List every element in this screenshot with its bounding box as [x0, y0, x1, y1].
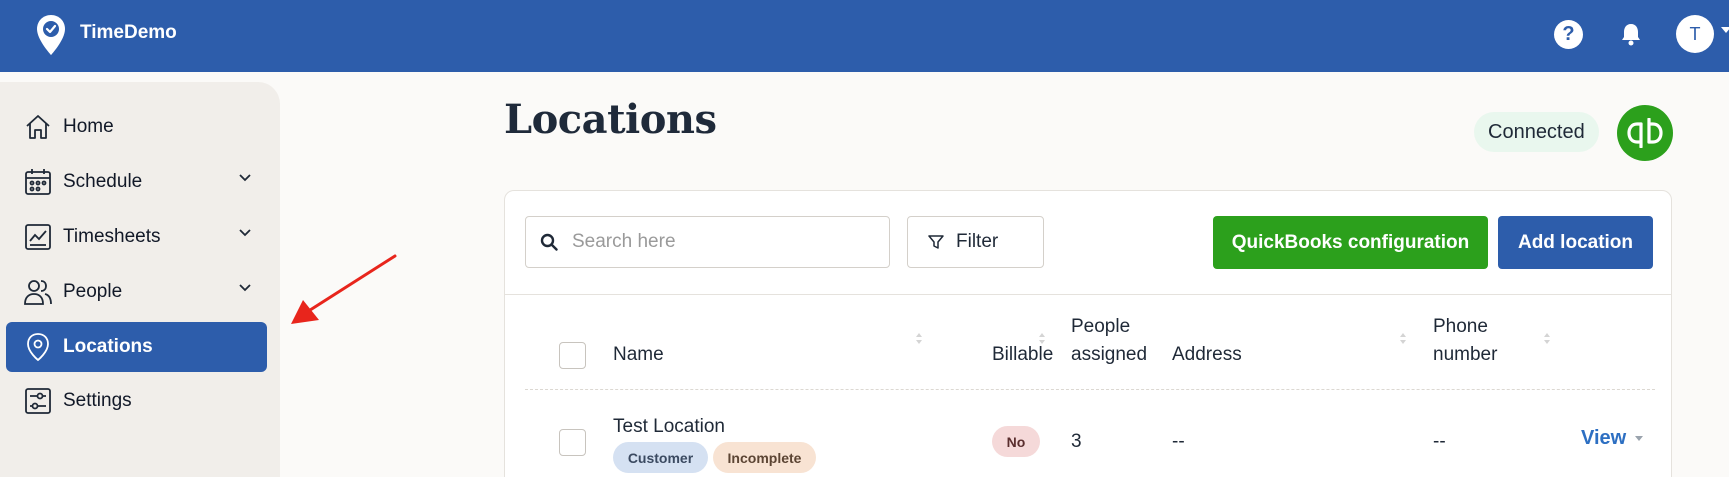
app-name: TimeDemo: [80, 22, 177, 43]
sidebar-item-label: Locations: [63, 336, 153, 357]
billable-badge: No: [992, 426, 1040, 457]
notifications-button[interactable]: [1620, 22, 1642, 51]
chevron-down-icon: [239, 174, 251, 182]
sidebar-item-timesheets[interactable]: Timesheets: [6, 212, 267, 262]
sidebar-item-label: Home: [63, 116, 114, 137]
sidebar-item-settings[interactable]: Settings: [6, 376, 267, 426]
sidebar: Home Schedule Timesheets People Location…: [0, 82, 280, 477]
column-header-people-assigned[interactable]: People assigned: [1071, 313, 1147, 369]
tag-customer: Customer: [613, 442, 708, 473]
connection-status-badge: Connected: [1474, 112, 1599, 152]
sidebar-item-label: Settings: [63, 390, 132, 411]
add-location-button[interactable]: Add location: [1498, 216, 1653, 269]
locations-card: Filter QuickBooks configuration Add loca…: [504, 190, 1672, 477]
row-checkbox[interactable]: [559, 429, 586, 456]
settings-sliders-icon: [23, 386, 53, 416]
column-header-line: Phone: [1433, 316, 1488, 337]
timesheet-icon: [23, 222, 53, 252]
search-icon: [540, 233, 558, 251]
location-pin-icon: [23, 332, 53, 362]
caret-down-icon[interactable]: [1635, 436, 1644, 441]
chevron-down-icon: [239, 284, 251, 292]
annotation-arrow: [291, 254, 397, 324]
select-all-checkbox[interactable]: [559, 342, 586, 369]
chevron-down-icon: [239, 229, 251, 237]
home-icon: [23, 112, 53, 142]
column-header-phone-number[interactable]: Phone number: [1433, 313, 1497, 369]
column-header-line: People: [1071, 316, 1131, 337]
avatar-caret-icon[interactable]: [1721, 27, 1729, 33]
address-value: --: [1172, 431, 1185, 452]
sidebar-item-people[interactable]: People: [6, 267, 267, 317]
sidebar-item-label: Schedule: [63, 171, 143, 192]
search-box[interactable]: [525, 216, 890, 268]
sidebar-item-label: People: [63, 281, 123, 302]
column-header-line: number: [1433, 344, 1498, 365]
filter-label: Filter: [956, 231, 999, 252]
people-icon: [23, 277, 53, 307]
column-header-line: assigned: [1071, 344, 1148, 365]
sidebar-item-home[interactable]: Home: [6, 102, 267, 152]
quickbooks-logo[interactable]: [1617, 105, 1673, 161]
sidebar-item-label: Timesheets: [63, 226, 161, 247]
filter-icon: [928, 235, 944, 249]
top-bar: TimeDemo ? T: [0, 0, 1729, 72]
sidebar-item-schedule[interactable]: Schedule: [6, 157, 267, 207]
view-action-link[interactable]: View: [1581, 427, 1644, 450]
help-button[interactable]: ?: [1554, 20, 1583, 49]
quickbooks-configuration-button[interactable]: QuickBooks configuration: [1213, 216, 1488, 269]
column-header-billable[interactable]: Billable: [992, 341, 1053, 369]
column-header-address[interactable]: Address: [1172, 341, 1242, 369]
people-assigned-count: 3: [1071, 431, 1082, 452]
user-avatar[interactable]: T: [1676, 15, 1714, 53]
location-check-icon: [36, 14, 66, 61]
question-icon: ?: [1562, 23, 1575, 45]
page-title: Locations: [504, 96, 717, 143]
calendar-icon: [23, 167, 53, 197]
view-label: View: [1581, 427, 1627, 449]
tag-incomplete: Incomplete: [713, 442, 816, 473]
bell-icon: [1622, 24, 1640, 46]
column-header-name[interactable]: Name: [613, 341, 664, 369]
location-name[interactable]: Test Location: [613, 416, 725, 438]
sidebar-item-locations[interactable]: Locations: [6, 322, 267, 372]
phone-value: --: [1433, 431, 1446, 452]
row-divider: [525, 389, 1655, 390]
divider: [505, 294, 1671, 295]
search-input[interactable]: [572, 231, 872, 253]
filter-button[interactable]: Filter: [907, 216, 1044, 268]
